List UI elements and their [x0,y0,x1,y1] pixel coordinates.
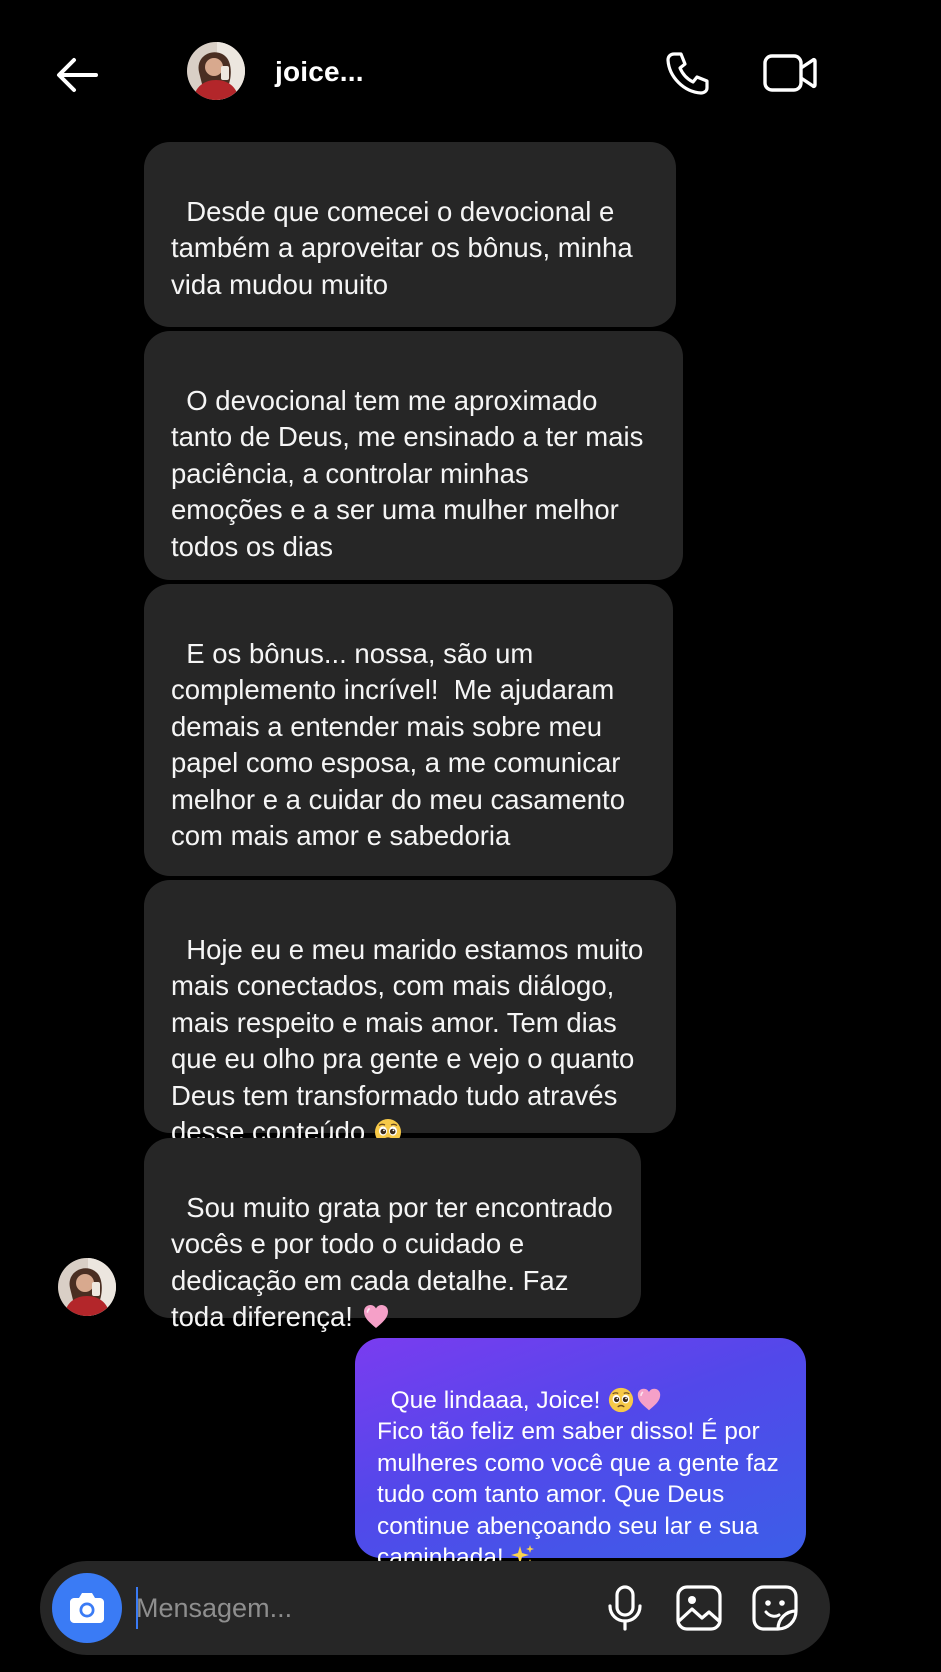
pleading-face-emoji [600,1387,635,1414]
pink-heart-emoji [635,1387,663,1414]
sticker-button[interactable] [748,1581,802,1635]
sender-avatar[interactable] [58,1258,116,1316]
message-text: Desde que comecei o devocional e também … [171,195,633,300]
image-gallery-icon [676,1585,722,1631]
sticker-icon [752,1585,798,1631]
microphone-icon [608,1585,642,1631]
contact-avatar[interactable] [187,42,245,100]
text-caret [136,1587,138,1629]
gallery-button[interactable] [672,1581,726,1635]
video-camera-icon [763,54,817,92]
video-call-button[interactable] [762,48,818,98]
incoming-message[interactable]: Hoje eu e meu marido estamos muito mais … [144,880,676,1147]
message-first-line: Que lindaaa, Joice! [390,1386,601,1414]
camera-button[interactable] [52,1573,122,1643]
voice-message-button[interactable] [598,1581,652,1635]
incoming-message[interactable]: Desde que comecei o devocional e também … [144,142,676,408]
message-text: Hoje eu e meu marido estamos muito mais … [171,933,644,1148]
voice-call-button[interactable] [662,48,712,98]
incoming-message[interactable]: Sou muito grata por ter encontrado vocês… [144,1138,641,1332]
message-input[interactable] [136,1581,616,1635]
chat-header: joice... [0,0,941,130]
message-text: O devocional tem me aproximado tanto de … [171,384,644,562]
back-button[interactable] [52,50,102,100]
back-arrow-icon [57,58,98,92]
message-composer [40,1561,830,1655]
contact-name[interactable]: joice... [275,56,364,88]
outgoing-message[interactable]: Que lindaaa, Joice! Fico tão feliz em sa… [355,1338,806,1571]
message-text: Sou muito grata por ter encontrado vocês… [171,1191,613,1333]
phone-icon [666,52,709,95]
incoming-message[interactable]: O devocional tem me aproximado tanto de … [144,331,683,670]
message-text: E os bônus... nossa, são um complemento … [171,637,625,852]
incoming-message[interactable]: E os bônus... nossa, são um complemento … [144,584,673,959]
pink-heart-emoji [353,1301,391,1332]
message-text: Fico tão feliz em saber disso! É por mul… [377,1418,779,1571]
camera-icon [70,1593,104,1623]
